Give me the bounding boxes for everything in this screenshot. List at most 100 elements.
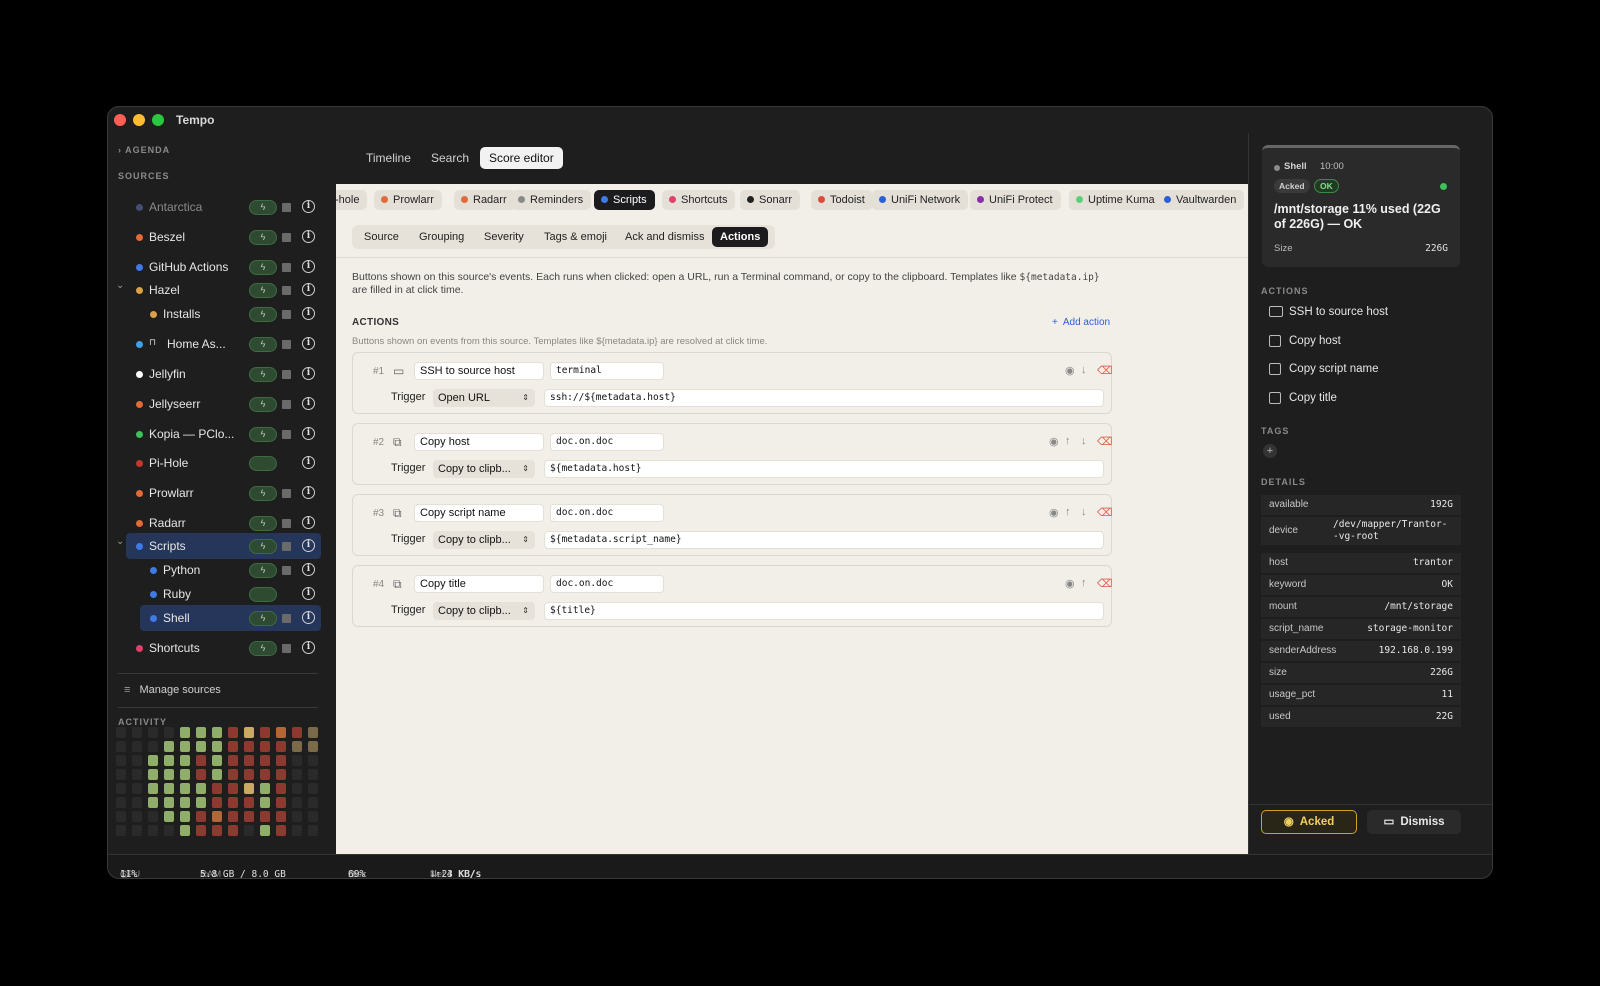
- sidebar-item-scripts[interactable]: ⌄ Scripts ϟ i: [116, 533, 321, 559]
- mute-toggle[interactable]: [282, 489, 291, 498]
- sidebar-item-kopia-pclo[interactable]: Kopia — PClo... ϟ i: [108, 421, 336, 447]
- action-symbol-input[interactable]: doc.on.doc: [550, 575, 664, 593]
- action-symbol-input[interactable]: doc.on.doc: [550, 504, 664, 522]
- source-chip-reminders[interactable]: Reminders: [511, 190, 592, 210]
- info-icon[interactable]: i: [302, 587, 315, 600]
- action-name-input[interactable]: SSH to source host: [414, 362, 544, 380]
- close-window-button[interactable]: [114, 114, 126, 126]
- source-chip-radarr[interactable]: Radarr: [454, 190, 515, 210]
- add-tag-button[interactable]: +: [1263, 444, 1277, 458]
- info-icon[interactable]: i: [302, 427, 315, 440]
- mute-toggle[interactable]: [282, 400, 291, 409]
- notify-toggle[interactable]: ϟ: [249, 307, 277, 322]
- notify-toggle[interactable]: ϟ: [249, 611, 277, 626]
- mute-toggle[interactable]: [282, 614, 291, 623]
- notify-toggle[interactable]: ϟ: [249, 397, 277, 412]
- mute-toggle[interactable]: [282, 286, 291, 295]
- trash-icon[interactable]: ⌫: [1097, 435, 1113, 448]
- mute-toggle[interactable]: [282, 370, 291, 379]
- chevron-down-icon[interactable]: ⌄: [116, 280, 124, 291]
- info-icon[interactable]: i: [302, 200, 315, 213]
- notify-toggle[interactable]: ϟ: [249, 230, 277, 245]
- notify-toggle[interactable]: [249, 587, 277, 602]
- mute-toggle[interactable]: [282, 430, 291, 439]
- mute-toggle[interactable]: [282, 233, 291, 242]
- info-icon[interactable]: i: [302, 230, 315, 243]
- action-name-input[interactable]: Copy host: [414, 433, 544, 451]
- zoom-window-button[interactable]: [152, 114, 164, 126]
- mute-toggle[interactable]: [282, 310, 291, 319]
- mute-toggle[interactable]: [282, 542, 291, 551]
- tab-timeline[interactable]: Timeline: [357, 147, 420, 169]
- info-icon[interactable]: i: [302, 486, 315, 499]
- source-chip-uptime-kuma[interactable]: Uptime Kuma: [1069, 190, 1163, 210]
- trigger-select[interactable]: Copy to clipb... ⇕: [433, 531, 535, 549]
- tab-search[interactable]: Search: [422, 147, 478, 169]
- mute-toggle[interactable]: [282, 566, 291, 575]
- trash-icon[interactable]: ⌫: [1097, 364, 1113, 377]
- notify-toggle[interactable]: ϟ: [249, 641, 277, 656]
- subtab-severity[interactable]: Severity: [476, 227, 532, 247]
- mute-toggle[interactable]: [282, 644, 291, 653]
- notify-toggle[interactable]: ϟ: [249, 516, 277, 531]
- arrow-down-icon[interactable]: ↓: [1081, 364, 1087, 376]
- mute-toggle[interactable]: [282, 340, 291, 349]
- minimize-window-button[interactable]: [133, 114, 145, 126]
- notify-toggle[interactable]: ϟ: [249, 200, 277, 215]
- info-icon[interactable]: i: [302, 611, 315, 624]
- sidebar-item-shell[interactable]: Shell ϟ i: [140, 605, 321, 631]
- sidebar-item-installs[interactable]: Installs ϟ i: [108, 301, 336, 327]
- notify-toggle[interactable]: ϟ: [249, 337, 277, 352]
- info-icon[interactable]: i: [302, 641, 315, 654]
- info-icon[interactable]: i: [302, 260, 315, 273]
- source-chip-hole[interactable]: -hole: [336, 190, 368, 210]
- trigger-select[interactable]: Copy to clipb... ⇕: [433, 460, 535, 478]
- action-template-input[interactable]: ssh://${metadata.host}: [544, 389, 1104, 407]
- notify-toggle[interactable]: ϟ: [249, 283, 277, 298]
- action-symbol-input[interactable]: doc.on.doc: [550, 433, 664, 451]
- source-chip-sonarr[interactable]: Sonarr: [740, 190, 801, 210]
- event-card[interactable]: Shell 10:00 Acked OK /mnt/storage 11% us…: [1262, 145, 1460, 267]
- sidebar-item-hazel[interactable]: ⌄ Hazel ϟ i: [108, 277, 336, 303]
- sidebar-item-home-as[interactable]: ⊓ Home As... ϟ i: [108, 331, 336, 357]
- mute-toggle[interactable]: [282, 203, 291, 212]
- trash-icon[interactable]: ⌫: [1097, 506, 1113, 519]
- info-icon[interactable]: i: [302, 563, 315, 576]
- source-chip-todoist[interactable]: Todoist: [811, 190, 873, 210]
- mute-toggle[interactable]: [282, 263, 291, 272]
- info-icon[interactable]: i: [302, 397, 315, 410]
- sidebar-item-ruby[interactable]: Ruby i: [108, 581, 336, 607]
- source-chip-scripts[interactable]: Scripts: [594, 190, 655, 210]
- chevron-down-icon[interactable]: ⌄: [116, 536, 124, 547]
- subtab-tags-emoji[interactable]: Tags & emoji: [536, 227, 615, 247]
- sidebar-item-pi-hole[interactable]: Pi-Hole i: [108, 450, 336, 476]
- trash-icon[interactable]: ⌫: [1097, 577, 1113, 590]
- event-action-copy-host[interactable]: Copy host: [1261, 331, 1461, 355]
- notify-toggle[interactable]: ϟ: [249, 260, 277, 275]
- sidebar-item-antarctica[interactable]: Antarctica ϟ i: [108, 194, 336, 220]
- arrow-down-icon[interactable]: ↓: [1081, 435, 1087, 447]
- notify-toggle[interactable]: ϟ: [249, 539, 277, 554]
- dismiss-button[interactable]: ▭ Dismiss: [1367, 810, 1461, 834]
- info-icon[interactable]: i: [302, 516, 315, 529]
- action-name-input[interactable]: Copy title: [414, 575, 544, 593]
- manage-sources-button[interactable]: ≡ Manage sources: [124, 684, 221, 696]
- sidebar-item-shortcuts[interactable]: Shortcuts ϟ i: [108, 635, 336, 661]
- action-template-input[interactable]: ${title}: [544, 602, 1104, 620]
- action-symbol-input[interactable]: terminal: [550, 362, 664, 380]
- source-chip-shortcuts[interactable]: Shortcuts: [662, 190, 736, 210]
- action-name-input[interactable]: Copy script name: [414, 504, 544, 522]
- info-icon[interactable]: i: [302, 539, 315, 552]
- info-icon[interactable]: i: [302, 337, 315, 350]
- eye-icon[interactable]: ◉: [1049, 435, 1059, 448]
- info-icon[interactable]: i: [302, 367, 315, 380]
- acked-button[interactable]: ◉ Acked: [1261, 810, 1357, 834]
- arrow-up-icon[interactable]: ↑: [1081, 577, 1087, 589]
- notify-toggle[interactable]: ϟ: [249, 486, 277, 501]
- subtab-actions[interactable]: Actions: [712, 227, 769, 247]
- notify-toggle[interactable]: [249, 456, 277, 471]
- subtab-grouping[interactable]: Grouping: [411, 227, 472, 247]
- subtab-ack-dismiss[interactable]: Ack and dismiss: [617, 227, 712, 247]
- sidebar-item-python[interactable]: Python ϟ i: [108, 557, 336, 583]
- event-action-copy-script-name[interactable]: Copy script name: [1261, 359, 1461, 383]
